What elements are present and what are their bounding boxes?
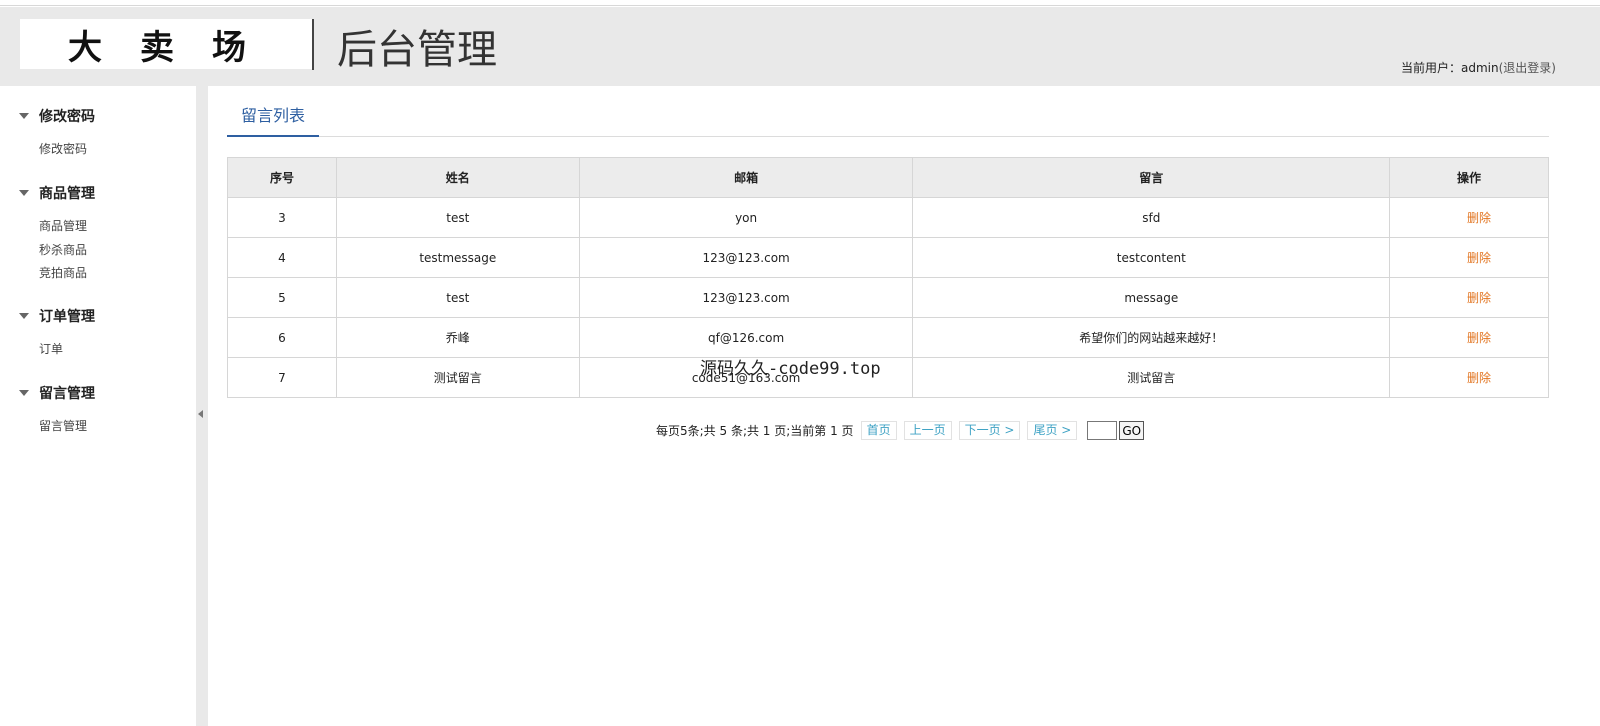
cell-id: 7 (227, 357, 337, 398)
caret-down-icon (19, 113, 29, 119)
delete-link[interactable]: 删除 (1467, 371, 1491, 385)
menu-head-label: 修改密码 (39, 109, 95, 125)
next-page-button[interactable]: 下一页 > (958, 421, 1021, 440)
page-number-input[interactable] (1087, 421, 1118, 440)
menu-head-orders[interactable]: 订单管理 (0, 306, 196, 326)
cell-message: 测试留言 (912, 357, 1391, 398)
logo: 大卖场 (20, 19, 312, 69)
cell-id: 3 (227, 197, 337, 238)
cell-message: testcontent (912, 237, 1391, 278)
cell-name: test (335, 197, 580, 238)
menu-item-auction[interactable]: 竞拍商品 (0, 262, 196, 286)
table-row: 3 test yon sfd 删除 (227, 197, 1549, 238)
col-header-message: 留言 (912, 157, 1391, 198)
cell-action: 删除 (1389, 237, 1549, 278)
menu-head-products[interactable]: 商品管理 (0, 183, 196, 203)
menu-item-products[interactable]: 商品管理 (0, 215, 196, 239)
cell-name: test (335, 277, 580, 318)
table-header-row: 序号 姓名 邮箱 留言 操作 (227, 157, 1549, 198)
caret-down-icon (19, 390, 29, 396)
sidebar: 修改密码 修改密码 商品管理 商品管理 秒杀商品 竞拍商品 订单管理 订单 留言… (0, 86, 196, 726)
cell-email: 123@123.com (578, 277, 914, 318)
menu-group-password: 修改密码 修改密码 (0, 106, 196, 162)
logout-link[interactable]: (退出登录) (1499, 61, 1556, 75)
user-label: 当前用户： (1401, 61, 1462, 75)
menu-item-orders[interactable]: 订单 (0, 338, 196, 362)
cell-message: message (912, 277, 1391, 318)
menu-item-messages[interactable]: 留言管理 (0, 415, 196, 439)
menu-head-password[interactable]: 修改密码 (0, 106, 196, 126)
sidebar-splitter[interactable] (196, 86, 208, 726)
first-page-button[interactable]: 首页 (860, 421, 897, 440)
menu-item-change-password[interactable]: 修改密码 (0, 138, 196, 162)
menu-head-label: 商品管理 (39, 186, 95, 202)
delete-link[interactable]: 删除 (1467, 251, 1491, 265)
pager-summary: 每页5条;共 5 条;共 1 页;当前第 1 页 (656, 424, 854, 438)
last-page-button[interactable]: 尾页 > (1027, 421, 1078, 440)
menu-head-label: 订单管理 (39, 309, 95, 325)
cell-email: yon (578, 197, 914, 238)
message-table: 序号 姓名 邮箱 留言 操作 3 test yon sfd 删除 4 testm… (227, 157, 1549, 398)
cell-name: testmessage (335, 237, 580, 278)
tab-bar: 留言列表 (227, 100, 1549, 137)
main-content: 留言列表 序号 姓名 邮箱 留言 操作 3 test yon sfd 删除 4 … (208, 86, 1600, 726)
cell-message: sfd (912, 197, 1391, 238)
delete-link[interactable]: 删除 (1467, 211, 1491, 225)
go-button[interactable]: GO (1119, 421, 1145, 440)
table-row: 5 test 123@123.com message 删除 (227, 277, 1549, 318)
menu-head-label: 留言管理 (39, 386, 95, 402)
col-header-id: 序号 (227, 157, 337, 198)
cell-id: 4 (227, 237, 337, 278)
user-info: 当前用户：admin(退出登录) (1401, 59, 1556, 76)
page-title: 后台管理 (337, 27, 497, 73)
menu-group-products: 商品管理 商品管理 秒杀商品 竞拍商品 (0, 183, 196, 286)
cell-id: 6 (227, 317, 337, 358)
cell-name: 乔峰 (335, 317, 580, 358)
cell-action: 删除 (1389, 197, 1549, 238)
cell-name: 测试留言 (335, 357, 580, 398)
delete-link[interactable]: 删除 (1467, 331, 1491, 345)
top-border (0, 0, 1600, 6)
username: admin (1461, 61, 1499, 75)
prev-page-button[interactable]: 上一页 (903, 421, 952, 440)
cell-email: qf@126.com (578, 317, 914, 358)
table-row: 7 测试留言 code51@163.com 测试留言 删除 (227, 357, 1549, 398)
watermark: 源码久久-code99.top (700, 359, 881, 379)
cell-email: 123@123.com (578, 237, 914, 278)
caret-down-icon (19, 313, 29, 319)
caret-down-icon (19, 190, 29, 196)
col-header-email: 邮箱 (578, 157, 914, 198)
header: 大卖场 后台管理 当前用户：admin(退出登录) (0, 7, 1600, 86)
logo-text: 大卖场 (68, 27, 284, 68)
cell-id: 5 (227, 277, 337, 318)
menu-group-orders: 订单管理 订单 (0, 306, 196, 362)
col-header-name: 姓名 (335, 157, 580, 198)
menu-group-messages: 留言管理 留言管理 (0, 383, 196, 439)
cell-message: 希望你们的网站越来越好！ (912, 317, 1391, 358)
menu-head-messages[interactable]: 留言管理 (0, 383, 196, 403)
pagination: 每页5条;共 5 条;共 1 页;当前第 1 页 首页 上一页 下一页 > 尾页… (656, 421, 1145, 440)
tab-message-list[interactable]: 留言列表 (227, 100, 319, 137)
collapse-arrow-icon[interactable] (198, 410, 203, 418)
menu-item-flash-sale[interactable]: 秒杀商品 (0, 239, 196, 263)
cell-action: 删除 (1389, 277, 1549, 318)
table-row: 6 乔峰 qf@126.com 希望你们的网站越来越好！ 删除 (227, 317, 1549, 358)
logo-divider (312, 19, 314, 70)
cell-action: 删除 (1389, 317, 1549, 358)
col-header-action: 操作 (1389, 157, 1549, 198)
cell-action: 删除 (1389, 357, 1549, 398)
table-row: 4 testmessage 123@123.com testcontent 删除 (227, 237, 1549, 278)
delete-link[interactable]: 删除 (1467, 291, 1491, 305)
